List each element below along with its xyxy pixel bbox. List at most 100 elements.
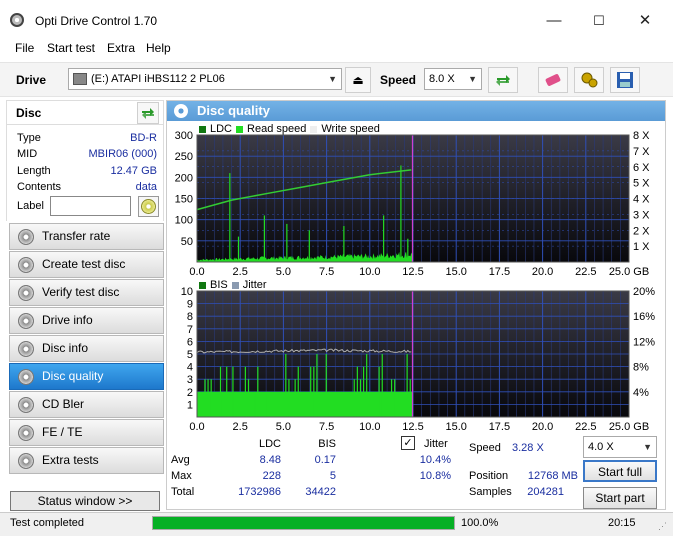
disc-check-icon	[141, 199, 156, 214]
panel-title: Disc quality	[197, 103, 270, 118]
disc-icon	[18, 397, 34, 413]
speed-label: Speed	[380, 73, 417, 87]
disc-refresh-button[interactable]	[137, 102, 159, 124]
legend-read-speed: Read speed	[247, 123, 307, 135]
window-title: Opti Drive Control 1.70	[35, 14, 158, 28]
x-tick-label: 2.5	[233, 266, 248, 278]
test-speed-select[interactable]: 4.0 X ▼	[583, 436, 657, 458]
nav-verify-test-disc[interactable]: Verify test disc	[9, 279, 164, 306]
y2-tick-label: 20%	[633, 286, 655, 298]
menu-extra[interactable]: Extra	[107, 41, 135, 55]
chevron-down-icon: ▼	[468, 74, 477, 84]
menu-file[interactable]: File	[15, 41, 34, 55]
minimize-button[interactable]: —	[531, 8, 577, 34]
stats-col-ldc: LDC	[258, 438, 281, 450]
y2-tick-label: 3 X	[633, 209, 650, 221]
x-tick-label: 20.0	[532, 421, 553, 431]
x-tick-label: 0.0	[189, 266, 204, 278]
stats-avg-label: Avg	[171, 454, 190, 466]
nav-transfer-rate[interactable]: Transfer rate	[9, 223, 164, 250]
nav-fe-te[interactable]: FE / TE	[9, 419, 164, 446]
y-tick-label: 10	[181, 286, 193, 298]
erase-button[interactable]	[538, 67, 568, 93]
bis-chart: 10987654321 20% 16% 12% 8% 4% 0.0 2.5 5.0 7.5 10.0…	[181, 286, 655, 431]
y-tick-label: 300	[175, 130, 193, 142]
y2-tick-label: 2 X	[633, 225, 650, 237]
x-tick-label: 17.5	[489, 421, 510, 431]
x-tick-label: 10.0	[359, 266, 380, 278]
status-text: Test completed	[10, 517, 84, 529]
nav-extra-tests[interactable]: Extra tests	[9, 447, 164, 474]
disc-quality-icon	[174, 104, 188, 118]
disc-icon	[18, 453, 34, 469]
nav-disc-quality[interactable]: Disc quality	[9, 363, 164, 390]
y2-tick-label: 7 X	[633, 146, 650, 158]
x-tick-label: 7.5	[319, 421, 334, 431]
nav-create-test-disc[interactable]: Create test disc	[9, 251, 164, 278]
chevron-down-icon: ▼	[643, 442, 652, 452]
legend-jitter: Jitter	[242, 279, 267, 291]
disc-label-input[interactable]	[50, 196, 131, 216]
stats-avg-ldc: 8.48	[259, 454, 281, 466]
disc-icon	[18, 285, 34, 301]
status-window-button[interactable]: Status window >>	[10, 491, 160, 511]
close-button[interactable]: ✕	[622, 8, 668, 34]
nav-disc-info[interactable]: Disc info	[9, 335, 164, 362]
y-tick-label: 100	[175, 215, 193, 227]
samples-value: 204281	[527, 486, 564, 498]
nav-label: Disc info	[42, 341, 89, 355]
disc-contents-key: Contents	[17, 181, 62, 193]
samples-label: Samples	[469, 486, 512, 498]
x-tick-label: 22.5	[575, 421, 596, 431]
disc-info: Type BD-R MID MBIR06 (000) Length 12.47 …	[6, 125, 164, 221]
x-tick-label: 20.0	[532, 266, 553, 278]
eraser-icon	[545, 74, 561, 86]
drive-select[interactable]: (E:) ATAPI iHBS112 2 PL06 ▼	[68, 68, 342, 90]
speed-stat-value: 3.28 X	[512, 442, 544, 454]
maximize-button[interactable]: ☐	[576, 8, 622, 34]
settings-button[interactable]	[574, 67, 604, 93]
panel-header: Disc quality	[167, 101, 665, 121]
eject-button[interactable]: ⏏	[345, 67, 371, 93]
disc-length-value: 12.47 GB	[110, 165, 157, 177]
nav-label: Verify test disc	[42, 285, 120, 299]
floppy-disk-icon	[617, 72, 633, 88]
x-tick-label: 10.0	[359, 421, 380, 431]
disc-label-key: Label	[17, 200, 44, 212]
y-tick-label: 9	[187, 299, 193, 311]
refresh-button[interactable]	[488, 67, 518, 93]
y2-tick-label: 4%	[633, 387, 649, 399]
legend-ldc: LDC	[210, 123, 233, 135]
speed-value: 8.0 X	[429, 73, 455, 85]
y2-tick-label: 12%	[633, 336, 655, 348]
nav-label: Drive info	[42, 313, 93, 327]
stats-total-ldc: 1732986	[238, 486, 281, 498]
x-tick-label: 15.0	[445, 266, 466, 278]
disc-icon	[18, 257, 34, 273]
disc-mid-value: MBIR06 (000)	[88, 148, 157, 160]
position-value: 12768 MB	[527, 470, 578, 482]
drive-icon	[73, 73, 87, 86]
nav-cd-bler[interactable]: CD Bler	[9, 391, 164, 418]
menu-bar	[0, 38, 673, 58]
start-full-button[interactable]: Start full	[583, 460, 657, 482]
chart2-legend: BIS Jitter	[199, 279, 267, 291]
nav-label: Extra tests	[42, 453, 99, 467]
y2-tick-label: 1 X	[633, 241, 650, 253]
menu-help[interactable]: Help	[146, 41, 171, 55]
menu-start-test[interactable]: Start test	[47, 41, 95, 55]
apply-label-button[interactable]	[138, 196, 159, 217]
speed-select[interactable]: 8.0 X ▼	[424, 68, 482, 90]
jitter-checkbox[interactable]: ✓	[401, 436, 415, 450]
nav-drive-info[interactable]: Drive info	[9, 307, 164, 334]
y-tick-label: 200	[175, 172, 193, 184]
start-part-button[interactable]: Start part	[583, 487, 657, 509]
nav-label: FE / TE	[42, 425, 83, 439]
save-button[interactable]	[610, 67, 640, 93]
disc-icon	[18, 341, 34, 357]
y-tick-label: 8	[187, 311, 193, 323]
legend-bis: BIS	[210, 279, 228, 291]
nav-label: Create test disc	[42, 257, 126, 271]
disc-contents-value: data	[135, 181, 157, 193]
eject-icon: ⏏	[352, 73, 364, 87]
